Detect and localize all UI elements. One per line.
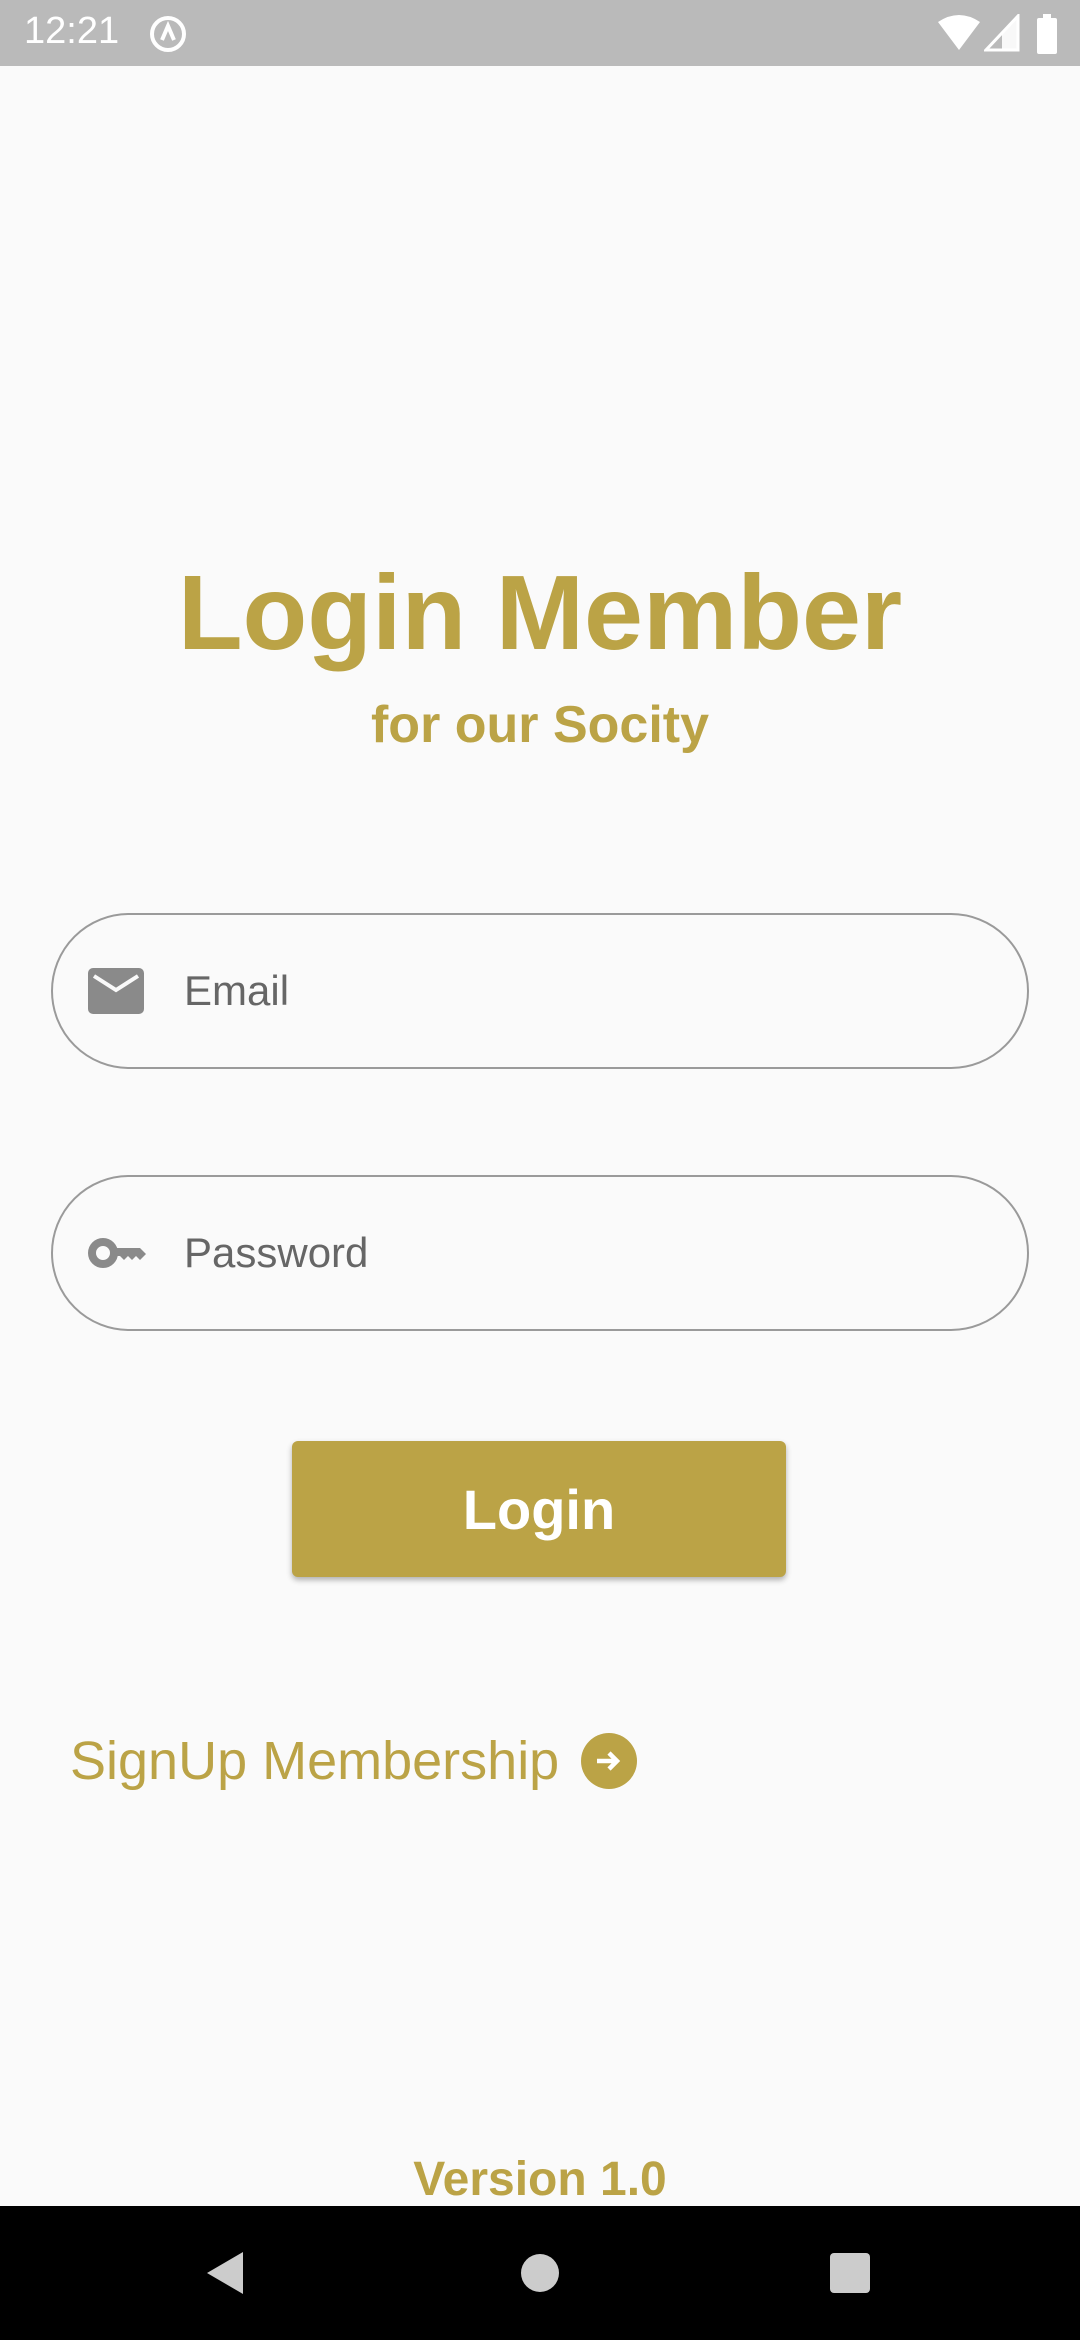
password-placeholder: Password bbox=[184, 1229, 369, 1276]
back-icon[interactable] bbox=[203, 2250, 249, 2296]
email-placeholder: Email bbox=[184, 967, 290, 1014]
battery-icon bbox=[1037, 14, 1057, 54]
signup-link[interactable]: SignUp Membership bbox=[70, 1730, 638, 1792]
status-time: 12:21 bbox=[24, 10, 120, 52]
version-label: Version 1.0 bbox=[413, 2153, 667, 2206]
password-field[interactable]: Password bbox=[51, 1175, 1029, 1331]
login-button[interactable]: Login bbox=[292, 1441, 786, 1577]
navigation-bar bbox=[0, 2206, 1080, 2340]
arrow-right-circle-icon bbox=[581, 1733, 638, 1789]
page-subtitle: for our Socity bbox=[370, 696, 710, 754]
signup-label: SignUp Membership bbox=[70, 1731, 560, 1791]
wifi-icon bbox=[938, 15, 980, 50]
signal-icon bbox=[984, 14, 1020, 52]
key-icon bbox=[88, 1238, 146, 1268]
notification-icon bbox=[150, 16, 186, 52]
home-icon[interactable] bbox=[520, 2253, 560, 2293]
status-bar: 12:21 bbox=[0, 0, 1080, 66]
mail-icon bbox=[88, 968, 144, 1014]
page-title: Login Member bbox=[177, 554, 903, 672]
recents-icon[interactable] bbox=[830, 2253, 870, 2293]
email-field[interactable]: Email bbox=[51, 913, 1029, 1069]
